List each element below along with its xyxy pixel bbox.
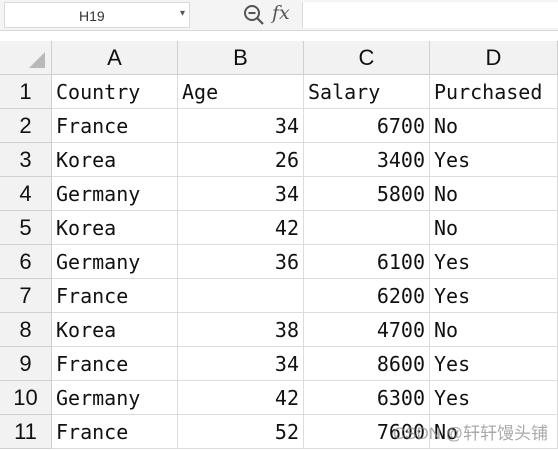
cell-a1[interactable]: Country: [52, 75, 178, 109]
cell-d1[interactable]: Purchased: [430, 75, 558, 109]
table-row: 8 Korea 38 4700 No: [0, 313, 558, 347]
cell-c4[interactable]: 5800: [304, 177, 430, 211]
cell-d8[interactable]: No: [430, 313, 558, 347]
cell-a8[interactable]: Korea: [52, 313, 178, 347]
cell-a2[interactable]: France: [52, 109, 178, 143]
cell-b2[interactable]: 34: [178, 109, 304, 143]
row-header[interactable]: 11: [0, 415, 52, 449]
row-header[interactable]: 2: [0, 109, 52, 143]
formula-bar: H19 ▾ fx: [0, 0, 558, 31]
row-header[interactable]: 7: [0, 279, 52, 313]
table-row: 6 Germany 36 6100 Yes: [0, 245, 558, 279]
cell-d3[interactable]: Yes: [430, 143, 558, 177]
watermark: CSDN @轩轩馒头铺: [392, 424, 548, 443]
cell-c5[interactable]: [304, 211, 430, 245]
cell-c9[interactable]: 8600: [304, 347, 430, 381]
cell-b11[interactable]: 52: [178, 415, 304, 449]
cell-d4[interactable]: No: [430, 177, 558, 211]
cell-a5[interactable]: Korea: [52, 211, 178, 245]
cell-d6[interactable]: Yes: [430, 245, 558, 279]
column-header-a[interactable]: A: [52, 41, 178, 75]
cell-b4[interactable]: 34: [178, 177, 304, 211]
cell-d2[interactable]: No: [430, 109, 558, 143]
cell-d7[interactable]: Yes: [430, 279, 558, 313]
cell-b9[interactable]: 34: [178, 347, 304, 381]
cell-c2[interactable]: 6700: [304, 109, 430, 143]
column-header-c[interactable]: C: [304, 41, 430, 75]
table-row: 9 France 34 8600 Yes: [0, 347, 558, 381]
cell-b3[interactable]: 26: [178, 143, 304, 177]
cell-a6[interactable]: Germany: [52, 245, 178, 279]
table-row: 5 Korea 42 No: [0, 211, 558, 245]
row-header[interactable]: 10: [0, 381, 52, 415]
cell-a9[interactable]: France: [52, 347, 178, 381]
column-header-d[interactable]: D: [430, 41, 558, 75]
formula-input[interactable]: [302, 2, 558, 28]
row-header[interactable]: 6: [0, 245, 52, 279]
row-header[interactable]: 1: [0, 75, 52, 109]
row-header[interactable]: 9: [0, 347, 52, 381]
cell-b1[interactable]: Age: [178, 75, 304, 109]
table-row: 1 Country Age Salary Purchased: [0, 75, 558, 109]
cell-c7[interactable]: 6200: [304, 279, 430, 313]
name-box[interactable]: H19 ▾: [4, 2, 190, 28]
column-header-row: A B C D: [0, 41, 558, 75]
table-row: 4 Germany 34 5800 No: [0, 177, 558, 211]
cell-b7[interactable]: [178, 279, 304, 313]
select-all-corner[interactable]: [0, 41, 52, 75]
cell-d10[interactable]: Yes: [430, 381, 558, 415]
cell-a4[interactable]: Germany: [52, 177, 178, 211]
cell-d5[interactable]: No: [430, 211, 558, 245]
cell-b8[interactable]: 38: [178, 313, 304, 347]
cell-c3[interactable]: 3400: [304, 143, 430, 177]
cell-a3[interactable]: Korea: [52, 143, 178, 177]
insert-function-icon[interactable]: fx: [272, 2, 290, 24]
row-header[interactable]: 4: [0, 177, 52, 211]
select-all-triangle-icon: [29, 52, 45, 68]
cell-b5[interactable]: 42: [178, 211, 304, 245]
cell-c10[interactable]: 6300: [304, 381, 430, 415]
column-header-b[interactable]: B: [178, 41, 304, 75]
table-row: 3 Korea 26 3400 Yes: [0, 143, 558, 177]
cell-c1[interactable]: Salary: [304, 75, 430, 109]
row-header[interactable]: 8: [0, 313, 52, 347]
cell-c8[interactable]: 4700: [304, 313, 430, 347]
cell-b10[interactable]: 42: [178, 381, 304, 415]
cell-a7[interactable]: France: [52, 279, 178, 313]
cell-c6[interactable]: 6100: [304, 245, 430, 279]
cell-reference: H19: [79, 8, 105, 24]
table-row: 10 Germany 42 6300 Yes: [0, 381, 558, 415]
zoom-formula-icon[interactable]: [242, 3, 266, 27]
table-row: 2 France 34 6700 No: [0, 109, 558, 143]
chevron-down-icon[interactable]: ▾: [180, 8, 185, 19]
cell-a10[interactable]: Germany: [52, 381, 178, 415]
cell-a11[interactable]: France: [52, 415, 178, 449]
row-header[interactable]: 5: [0, 211, 52, 245]
cell-d9[interactable]: Yes: [430, 347, 558, 381]
table-row: 7 France 6200 Yes: [0, 279, 558, 313]
cell-b6[interactable]: 36: [178, 245, 304, 279]
row-header[interactable]: 3: [0, 143, 52, 177]
